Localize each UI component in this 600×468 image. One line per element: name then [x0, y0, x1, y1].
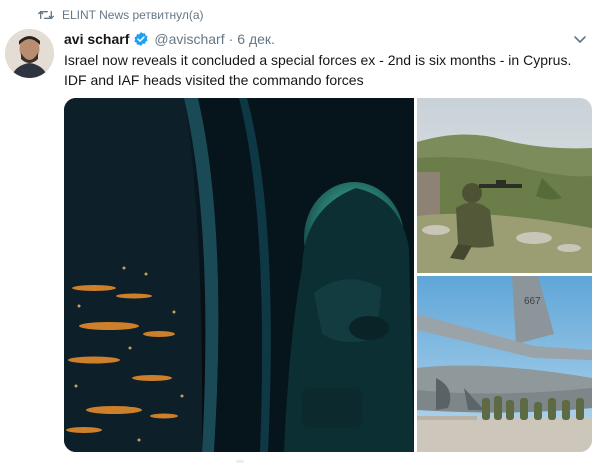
action-bar-hint — [236, 460, 244, 463]
tweet-text-line: IDF and IAF heads visited the commando f… — [64, 72, 364, 88]
retweet-label[interactable]: ELINT News ретвитнул(а) — [62, 8, 204, 22]
tweet-timestamp[interactable]: 6 дек. — [237, 31, 275, 47]
tail-number: 667 — [524, 296, 541, 307]
night-helicopter-window-photo[interactable] — [64, 98, 414, 452]
author-handle[interactable]: @avischarf — [154, 31, 224, 47]
chevron-down-icon[interactable] — [572, 31, 588, 50]
avatar[interactable] — [5, 29, 54, 78]
tweet-text-line: Israel now reveals it concluded a specia… — [64, 52, 572, 68]
media-gutter — [417, 273, 592, 276]
media-grid: 667 — [64, 98, 592, 452]
sniper-on-hillside-photo[interactable] — [417, 98, 592, 273]
tweet-header: avi scharf @avischarf · 6 дек. — [64, 29, 592, 49]
verified-badge-icon — [133, 31, 149, 47]
tweet-text: Israel now reveals it concluded a specia… — [64, 50, 594, 90]
transport-plane-troops-photo[interactable]: 667 — [417, 276, 592, 452]
retweet-icon — [38, 8, 54, 22]
media-gutter — [414, 98, 417, 452]
separator-dot: · — [228, 31, 234, 47]
retweet-context[interactable]: ELINT News ретвитнул(а) — [38, 6, 204, 24]
author-name[interactable]: avi scharf — [64, 31, 129, 47]
